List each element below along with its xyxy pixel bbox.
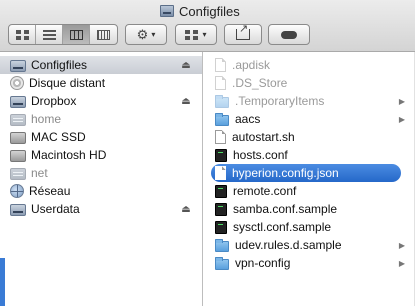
list-item[interactable]: .DS_Store bbox=[207, 74, 413, 92]
sidebar-item-net[interactable]: net bbox=[0, 164, 202, 182]
document-icon bbox=[215, 166, 226, 180]
drive-icon bbox=[10, 95, 26, 108]
sidebar-item-label: MAC SSD bbox=[31, 130, 86, 144]
list-item[interactable]: hosts.conf bbox=[207, 146, 413, 164]
document-icon bbox=[215, 58, 226, 72]
list-item[interactable]: sysctl.conf.sample bbox=[207, 218, 413, 236]
sidebar-edge-highlight bbox=[0, 258, 5, 306]
sidebar-item-label: Configfiles bbox=[31, 58, 88, 72]
folder-icon bbox=[215, 112, 229, 126]
file-name: aacs bbox=[235, 112, 261, 126]
sidebar-item-mac-ssd[interactable]: MAC SSD bbox=[0, 128, 202, 146]
arrange-grid-icon bbox=[185, 29, 200, 40]
list-item[interactable]: remote.conf bbox=[207, 182, 413, 200]
sidebar: Configfiles ⏏ Disque distant Dropbox ⏏ h… bbox=[0, 52, 203, 306]
sidebar-item-disque-distant[interactable]: Disque distant bbox=[0, 74, 202, 92]
list-view-icon bbox=[42, 29, 56, 40]
folder-icon bbox=[215, 94, 229, 108]
drive-icon bbox=[10, 203, 26, 216]
list-item[interactable]: aacs ▶ bbox=[207, 110, 413, 128]
drive-icon bbox=[10, 59, 26, 72]
list-item[interactable]: .apdisk bbox=[207, 56, 413, 74]
cover-flow-icon bbox=[97, 29, 110, 40]
drive-icon[interactable] bbox=[160, 5, 174, 17]
icon-view-button[interactable] bbox=[9, 25, 36, 44]
list-item[interactable]: vpn-config ▶ bbox=[207, 254, 413, 272]
window-title-text: Configfiles bbox=[179, 3, 240, 19]
disclosure-arrow-icon: ▶ bbox=[398, 258, 406, 268]
list-view-button[interactable] bbox=[36, 25, 63, 44]
executable-icon bbox=[215, 148, 227, 162]
sidebar-item-userdata[interactable]: Userdata ⏏ bbox=[0, 200, 202, 218]
file-name: vpn-config bbox=[235, 256, 291, 270]
window-title: Configfiles bbox=[0, 3, 415, 19]
arrange-menu-button[interactable]: ▾ bbox=[175, 24, 217, 45]
sidebar-item-reseau[interactable]: Réseau bbox=[0, 182, 202, 200]
disc-icon bbox=[10, 76, 24, 90]
mac-drive-icon bbox=[10, 149, 26, 162]
tag-icon bbox=[281, 30, 297, 39]
disclosure-arrow-icon: ▶ bbox=[398, 114, 406, 124]
executable-icon bbox=[215, 220, 227, 234]
file-name: udev.rules.d.sample bbox=[235, 238, 342, 252]
list-item-selected[interactable]: hyperion.config.json bbox=[211, 164, 401, 182]
sidebar-item-dropbox[interactable]: Dropbox ⏏ bbox=[0, 92, 202, 110]
folder-icon bbox=[215, 256, 229, 270]
icon-view-icon bbox=[15, 29, 29, 40]
sidebar-item-label: net bbox=[31, 166, 48, 180]
eject-icon[interactable]: ⏏ bbox=[179, 96, 193, 107]
tags-button[interactable] bbox=[268, 24, 310, 45]
server-icon bbox=[10, 113, 26, 126]
column-view-icon bbox=[69, 29, 83, 40]
file-name: .TemporaryItems bbox=[235, 94, 325, 108]
sidebar-item-label: Macintosh HD bbox=[31, 148, 107, 162]
file-name: remote.conf bbox=[233, 184, 297, 198]
mac-drive-icon bbox=[10, 131, 26, 144]
sidebar-item-label: Disque distant bbox=[29, 76, 106, 90]
window-titlebar: Configfiles ⚙ ▾ ▾ bbox=[0, 0, 415, 52]
sidebar-item-configfiles[interactable]: Configfiles ⏏ bbox=[0, 56, 202, 74]
finder-column: .apdisk .DS_Store .TemporaryItems ▶ aacs… bbox=[203, 52, 415, 306]
sidebar-item-label: home bbox=[31, 112, 62, 126]
file-name: sysctl.conf.sample bbox=[233, 220, 332, 234]
document-icon bbox=[215, 130, 226, 144]
server-icon bbox=[10, 167, 26, 180]
view-segmented-control bbox=[8, 24, 118, 45]
disclosure-arrow-icon: ▶ bbox=[398, 240, 406, 250]
share-button[interactable] bbox=[224, 22, 262, 45]
sidebar-item-home[interactable]: home bbox=[0, 110, 202, 128]
list-item[interactable]: autostart.sh bbox=[207, 128, 413, 146]
chevron-down-icon: ▾ bbox=[151, 30, 156, 39]
disclosure-arrow-icon: ▶ bbox=[398, 96, 406, 106]
file-name: autostart.sh bbox=[232, 130, 295, 144]
list-item[interactable]: .TemporaryItems ▶ bbox=[207, 92, 413, 110]
document-icon bbox=[215, 76, 226, 90]
sidebar-item-macintosh-hd[interactable]: Macintosh HD bbox=[0, 146, 202, 164]
globe-icon bbox=[10, 184, 24, 198]
file-name: samba.conf.sample bbox=[233, 202, 338, 216]
cover-flow-view-button[interactable] bbox=[90, 25, 117, 44]
toolbar: ⚙ ▾ ▾ bbox=[0, 22, 415, 46]
list-item[interactable]: udev.rules.d.sample ▶ bbox=[207, 236, 413, 254]
file-name: .DS_Store bbox=[232, 76, 288, 90]
action-menu-button[interactable]: ⚙ ▾ bbox=[125, 24, 167, 45]
eject-icon[interactable]: ⏏ bbox=[179, 60, 193, 71]
file-name: hosts.conf bbox=[233, 148, 288, 162]
chevron-down-icon: ▾ bbox=[202, 30, 207, 39]
executable-icon bbox=[215, 184, 227, 198]
executable-icon bbox=[215, 202, 227, 216]
column-view-button[interactable] bbox=[63, 25, 90, 44]
sidebar-item-label: Userdata bbox=[31, 202, 80, 216]
file-name: hyperion.config.json bbox=[232, 166, 339, 180]
file-name: .apdisk bbox=[232, 58, 271, 72]
eject-icon[interactable]: ⏏ bbox=[179, 204, 193, 215]
sidebar-item-label: Dropbox bbox=[31, 94, 77, 108]
folder-icon bbox=[215, 238, 229, 252]
gear-icon: ⚙ bbox=[136, 27, 149, 42]
sidebar-item-label: Réseau bbox=[29, 184, 71, 198]
share-icon bbox=[236, 22, 250, 40]
list-item[interactable]: samba.conf.sample bbox=[207, 200, 413, 218]
